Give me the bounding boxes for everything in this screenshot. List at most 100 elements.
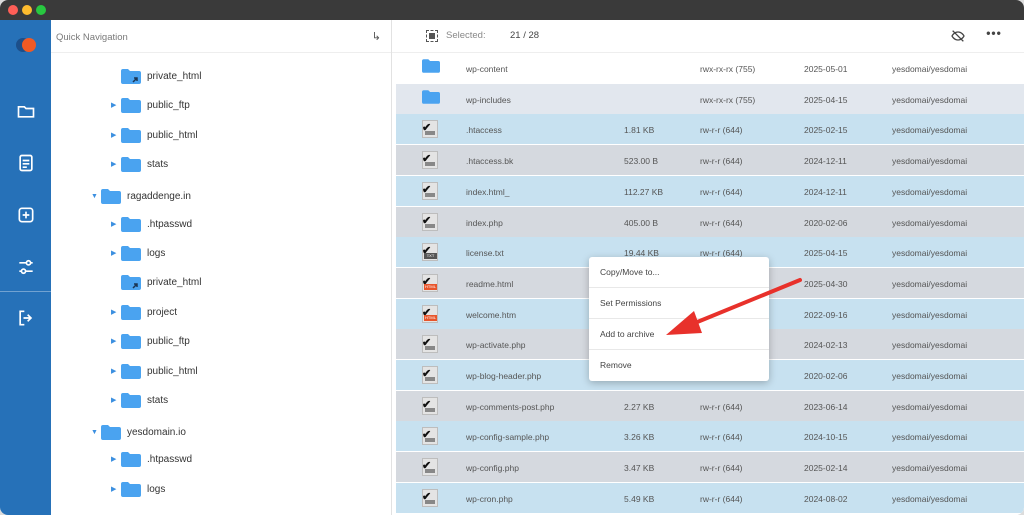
file-owner: yesdomai/yesdomai xyxy=(892,493,968,504)
tree-item-label: public_ftp xyxy=(147,335,190,347)
file-owner: yesdomai/yesdomai xyxy=(892,217,968,228)
folder-icon xyxy=(121,363,141,379)
menu-item-set-permissions[interactable]: Set Permissions xyxy=(589,288,769,319)
folder-icon xyxy=(121,216,141,232)
tree-item-label: stats xyxy=(147,394,169,406)
tree-item[interactable]: ▶ stats xyxy=(111,389,168,411)
tree-item[interactable]: ▶ stats xyxy=(111,153,168,175)
file-date: 2024-02-13 xyxy=(804,340,848,351)
tree-item[interactable]: ▼ ragaddenge.in xyxy=(91,185,191,207)
select-all-icon[interactable] xyxy=(426,30,438,42)
folder-icon xyxy=(121,333,141,349)
file-date: 2023-06-14 xyxy=(804,401,848,412)
file-name: wp-blog-header.php xyxy=(466,371,542,381)
title-bar xyxy=(0,0,1024,20)
caret-right-icon[interactable]: ▶ xyxy=(111,367,121,375)
logout-icon[interactable] xyxy=(15,307,36,328)
file-permissions: rwx-rx-rx (755) xyxy=(700,94,756,105)
tree-item[interactable]: ▶ public_ftp xyxy=(111,94,190,116)
file-icon: ✔ xyxy=(422,335,440,354)
file-row[interactable]: wp-includes rwx-rx-rx (755) 2025-04-15 yesd… xyxy=(396,83,1024,114)
file-row[interactable]: ✔ .htaccess.bk 523.00 B rw-r-r (644) 2024-12… xyxy=(396,145,1024,176)
folder-icon xyxy=(121,245,141,261)
tree-item[interactable]: private_html xyxy=(111,271,201,293)
tree-item[interactable]: ▶ public_ftp xyxy=(111,330,190,352)
folder-icon xyxy=(101,424,121,440)
file-row[interactable]: ✔ wp-cron.php 5.49 KB rw-r-r (644) 2024-08-0… xyxy=(396,482,1024,513)
folder-link-icon xyxy=(121,274,141,290)
file-row[interactable]: ✔ wp-config-sample.php 3.26 KB rw-r-r (644)… xyxy=(396,421,1024,452)
file-row[interactable]: ✔ .htaccess 1.81 KB rw-r-r (644) 2025-02-15 y… xyxy=(396,114,1024,145)
file-owner: yesdomai/yesdomai xyxy=(892,371,968,381)
tree-item[interactable]: private_html xyxy=(111,65,201,87)
folder-icon xyxy=(121,304,141,320)
caret-down-icon[interactable]: ▼ xyxy=(91,429,101,436)
file-name: license.txt xyxy=(466,248,504,259)
folder-icon xyxy=(121,481,141,497)
tree-item-label: project xyxy=(147,306,178,318)
tree-item[interactable]: ▼ yesdomain.io xyxy=(91,421,186,443)
tree-item-label: private_html xyxy=(147,276,202,288)
file-owner: yesdomai/yesdomai xyxy=(892,278,968,289)
folder-icon xyxy=(121,392,141,408)
file-owner: yesdomai/yesdomai xyxy=(892,340,968,351)
caret-right-icon[interactable]: ▶ xyxy=(111,396,121,404)
minimize-window-button[interactable] xyxy=(22,5,32,15)
add-icon[interactable] xyxy=(15,204,36,225)
file-row[interactable]: ✔ index.html_ 112.27 KB rw-r-r (644) 2024-12… xyxy=(396,175,1024,206)
caret-right-icon[interactable]: ▶ xyxy=(111,131,121,139)
file-row[interactable]: ✔ wp-config.php 3.47 KB rw-r-r (644) 2025-02… xyxy=(396,452,1024,483)
more-icon[interactable]: ••• xyxy=(986,26,1002,42)
caret-right-icon[interactable]: ▶ xyxy=(111,485,121,493)
tree-item[interactable]: ▶ project xyxy=(111,301,177,323)
menu-item-copy-move[interactable]: Copy/Move to... xyxy=(589,257,769,288)
caret-right-icon[interactable]: ▶ xyxy=(111,220,121,228)
caret-right-icon[interactable]: ▶ xyxy=(111,160,121,168)
settings-sliders-icon[interactable] xyxy=(15,256,36,277)
caret-right-icon[interactable]: ▶ xyxy=(111,101,121,109)
hide-icon[interactable] xyxy=(950,28,966,44)
file-name: .htaccess.bk xyxy=(466,156,514,167)
file-owner: yesdomai/yesdomai xyxy=(892,432,968,443)
file-icon: ✔ xyxy=(422,151,440,170)
tree-item[interactable]: ▶ .htpasswd xyxy=(111,213,192,235)
file-date: 2025-05-01 xyxy=(804,64,848,74)
file-row[interactable]: ✔ wp-comments-post.php 2.27 KB rw-r-r (644)… xyxy=(396,390,1024,421)
folder-icon[interactable] xyxy=(15,100,36,121)
file-date: 2022-09-16 xyxy=(804,309,848,320)
caret-right-icon[interactable]: ▶ xyxy=(111,337,121,345)
menu-item-add-to-archive[interactable]: Add to archive xyxy=(589,319,769,350)
file-icon: ✔ xyxy=(422,181,440,200)
file-icon: ✔ xyxy=(422,120,440,139)
close-window-button[interactable] xyxy=(8,5,18,15)
selected-count: 21 / 28 xyxy=(510,30,540,41)
file-permissions: rw-r-r (644) xyxy=(700,125,743,136)
file-row[interactable]: ✔ index.php 405.00 B rw-r-r (644) 2020-02-06… xyxy=(396,206,1024,237)
file-name: wp-config-sample.php xyxy=(466,432,550,443)
tree-item[interactable]: ▶ public_html xyxy=(111,360,198,382)
quick-navigation-panel: Quick Navigation ↳ private_html ▶ public_f… xyxy=(51,20,392,515)
menu-item-remove[interactable]: Remove xyxy=(589,350,769,381)
caret-right-icon[interactable]: ▶ xyxy=(111,249,121,257)
caret-right-icon[interactable]: ▶ xyxy=(111,455,121,463)
file-name: readme.html xyxy=(466,278,514,289)
tree-item[interactable]: ▶ public_html xyxy=(111,124,198,146)
text-file-icon: ✔ TXT xyxy=(422,243,440,262)
file-size: 523.00 B xyxy=(624,156,659,167)
tree-item-label: .htpasswd xyxy=(147,453,193,465)
file-name: wp-config.php xyxy=(466,463,519,474)
document-icon[interactable] xyxy=(15,152,36,173)
tree-item-label: logs xyxy=(147,483,166,495)
tree-item[interactable]: ▶ .htpasswd xyxy=(111,448,192,470)
file-date: 2025-04-15 xyxy=(804,94,848,105)
tree-item[interactable]: ▶ logs xyxy=(111,478,165,500)
file-row[interactable]: wp-content rwx-rx-rx (755) 2025-05-01 yesdo… xyxy=(396,53,1024,83)
collapse-tree-icon[interactable]: ↳ xyxy=(372,30,381,43)
caret-down-icon[interactable]: ▼ xyxy=(91,193,101,200)
tree-item-label: public_ftp xyxy=(147,99,190,111)
app-window: Quick Navigation ↳ private_html ▶ public_f… xyxy=(0,0,1024,515)
tree-item-label: public_html xyxy=(147,129,198,141)
tree-item[interactable]: ▶ logs xyxy=(111,242,165,264)
caret-right-icon[interactable]: ▶ xyxy=(111,308,121,316)
maximize-window-button[interactable] xyxy=(36,5,46,15)
